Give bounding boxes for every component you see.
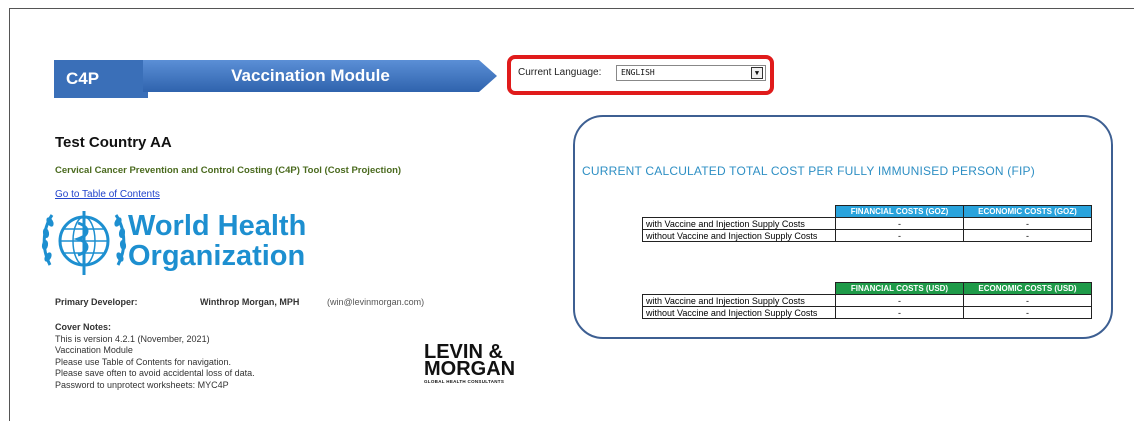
language-label: Current Language:	[518, 67, 602, 78]
column-header: FINANCIAL COSTS (GOZ)	[835, 205, 964, 218]
c4p-badge-label: C4P	[66, 69, 100, 88]
developer-email: (win@levinmorgan.com)	[327, 297, 425, 307]
header-spacer	[643, 206, 836, 218]
cover-note-line: Please save often to avoid accidental lo…	[55, 368, 255, 378]
table-of-contents-link[interactable]: Go to Table of Contents	[55, 189, 160, 200]
lm-line-3: GLOBAL HEALTH CONSULTANTS	[424, 379, 505, 384]
table-cell[interactable]: -	[835, 294, 964, 307]
header-spacer	[643, 283, 836, 295]
country-name: Test Country AA	[55, 134, 172, 151]
chevron-down-icon[interactable]: ▼	[751, 67, 763, 79]
table-header-row: FINANCIAL COSTS (USD) ECONOMIC COSTS (US…	[643, 282, 1092, 295]
who-logo-text: World Health Organization	[128, 211, 306, 271]
tool-subtitle: Cervical Cancer Prevention and Control C…	[55, 165, 402, 176]
row-label: with Vaccine and Injection Supply Costs	[642, 294, 836, 307]
usd-cost-table: FINANCIAL COSTS (USD) ECONOMIC COSTS (US…	[642, 282, 1092, 319]
language-select-value: ENGLISH	[621, 68, 655, 77]
table-cell[interactable]: -	[963, 306, 1092, 319]
table-row: without Vaccine and Injection Supply Cos…	[642, 229, 1092, 242]
table-row: with Vaccine and Injection Supply Costs …	[642, 294, 1092, 307]
table-cell[interactable]: -	[963, 229, 1092, 242]
row-label: without Vaccine and Injection Supply Cos…	[642, 306, 836, 319]
lm-line-2: MORGAN	[424, 358, 516, 380]
who-line-1: World Health	[128, 210, 307, 242]
table-cell[interactable]: -	[835, 306, 964, 319]
table-cell[interactable]: -	[963, 294, 1092, 307]
c4p-badge: C4P	[54, 60, 148, 98]
who-line-2: Organization	[128, 240, 306, 272]
row-label: without Vaccine and Injection Supply Cos…	[642, 229, 836, 242]
table-cell[interactable]: -	[963, 217, 1092, 230]
developer-name: Winthrop Morgan, MPH	[200, 297, 300, 307]
language-select[interactable]: ENGLISH ▼	[616, 65, 766, 81]
column-header: ECONOMIC COSTS (GOZ)	[963, 205, 1092, 218]
goz-cost-table: FINANCIAL COSTS (GOZ) ECONOMIC COSTS (GO…	[642, 205, 1092, 242]
cost-summary-title: CURRENT CALCULATED TOTAL COST PER FULLY …	[582, 164, 1035, 178]
who-emblem-icon	[41, 211, 127, 275]
cover-note-line: This is version 4.2.1 (November, 2021)	[55, 333, 210, 344]
levin-morgan-logo: LEVIN & MORGAN GLOBAL HEALTH CONSULTANTS	[424, 342, 516, 386]
row-label: with Vaccine and Injection Supply Costs	[642, 217, 836, 230]
column-header: FINANCIAL COSTS (USD)	[835, 282, 964, 295]
developer-label: Primary Developer:	[55, 297, 138, 307]
cover-note-line: Password to unprotect worksheets: MYC4P	[55, 379, 229, 390]
cover-note-line: Vaccination Module	[55, 345, 133, 355]
cover-notes: Cover Notes: This is version 4.2.1 (Nove…	[55, 322, 255, 391]
module-title: Vaccination Module	[231, 66, 390, 85]
cover-notes-heading: Cover Notes:	[55, 322, 112, 332]
cover-note-line: Please use Table of Contents for navigat…	[55, 356, 231, 367]
table-cell[interactable]: -	[835, 229, 964, 242]
table-row: without Vaccine and Injection Supply Cos…	[642, 306, 1092, 319]
table-row: with Vaccine and Injection Supply Costs …	[642, 217, 1092, 230]
column-header: ECONOMIC COSTS (USD)	[963, 282, 1092, 295]
table-header-row: FINANCIAL COSTS (GOZ) ECONOMIC COSTS (GO…	[643, 205, 1092, 218]
table-cell[interactable]: -	[835, 217, 964, 230]
